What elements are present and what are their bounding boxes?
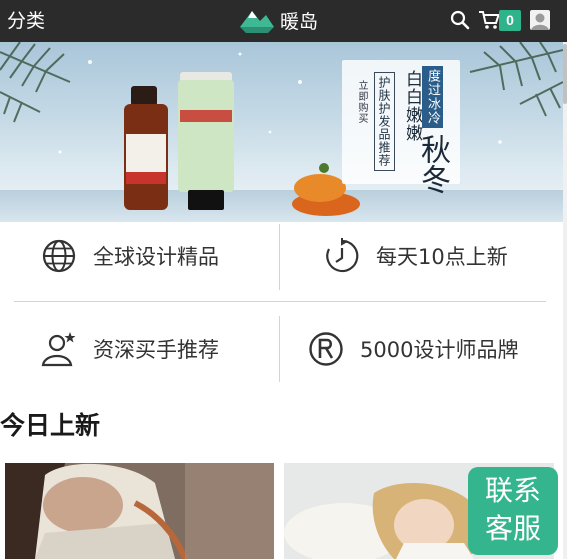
feature-divider (279, 316, 280, 382)
winter-text: 度过冰冷 (422, 66, 443, 128)
top-header: 分类 暖岛 0 (0, 0, 567, 42)
feature-label: 每天10点上新 (376, 245, 508, 269)
scrollbar-thumb[interactable] (563, 44, 567, 104)
feature-label: 资深买手推荐 (93, 338, 219, 362)
brand-name: 暖岛 (280, 10, 319, 33)
globe-icon (42, 239, 76, 273)
feature-divider (279, 224, 280, 290)
user-star-icon (41, 332, 76, 367)
user-icon[interactable] (530, 10, 550, 30)
product-image (5, 463, 274, 559)
section-title: 今日上新 (0, 411, 101, 440)
feature-global-design[interactable]: 全球设计精品 (41, 238, 219, 274)
brand-logo-link[interactable]: 暖岛 (238, 4, 318, 36)
clock-refresh-icon (326, 238, 359, 273)
skin-care-text: 护肤护发品推荐 (374, 72, 395, 171)
customer-service-button[interactable]: 联系 客服 (468, 467, 558, 555)
cart-icon[interactable] (478, 10, 500, 30)
scrollbar-track[interactable] (563, 42, 567, 559)
feature-designer-brands[interactable]: 5000设计师品牌 (308, 331, 518, 367)
service-label: 客服 (484, 512, 541, 545)
search-icon[interactable] (450, 10, 470, 30)
promo-banner[interactable]: 立即购买 护肤护发品推荐 白白嫩嫩 度过冰冷 秋冬 (0, 42, 563, 222)
season-text: 秋冬 (415, 134, 450, 194)
cart-count-badge[interactable]: 0 (499, 10, 521, 31)
feature-label: 全球设计精品 (93, 245, 219, 269)
feature-daily-new[interactable]: 每天10点上新 (324, 238, 508, 274)
feature-buyer-recommend[interactable]: 资深买手推荐 (41, 331, 219, 367)
product-card[interactable] (5, 463, 274, 559)
buy-now-text: 立即购买 (356, 80, 367, 124)
category-menu-button[interactable]: 分类 (7, 9, 45, 33)
mountain-logo-icon (240, 11, 274, 33)
service-label: 联系 (484, 474, 541, 507)
registered-icon (309, 332, 343, 366)
feature-label: 5000设计师品牌 (360, 338, 519, 362)
banner-art (0, 42, 563, 216)
feature-divider (14, 301, 546, 302)
